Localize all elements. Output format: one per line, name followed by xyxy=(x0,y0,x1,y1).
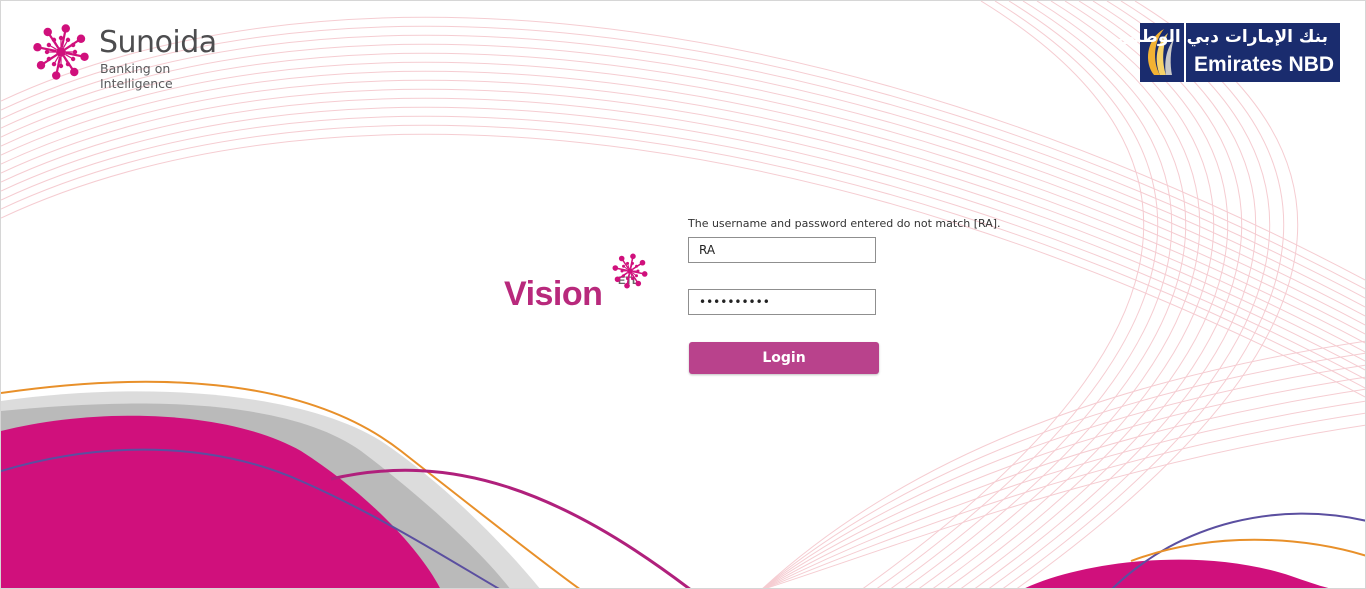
vision-burst-icon xyxy=(612,253,648,289)
sunoida-logo: Sunoida Banking on Intelligence xyxy=(26,21,246,91)
login-form: The username and password entered do not… xyxy=(688,217,1008,374)
login-button[interactable]: Login xyxy=(689,342,879,374)
vision-word: Vision xyxy=(504,275,603,313)
login-error-message: The username and password entered do not… xyxy=(688,217,1001,230)
emirates-nbd-logo: بنك الإمارات دبي الوطني Emirates NBD xyxy=(1118,23,1340,82)
sunoida-logo-icon xyxy=(33,24,89,80)
sunoida-brand-name: Sunoida xyxy=(99,25,217,60)
vision-etl-logo: Vision ETL xyxy=(504,253,654,317)
login-page: Sunoida Banking on Intelligence بنك الإم… xyxy=(0,0,1366,589)
password-input[interactable] xyxy=(688,289,876,315)
sunoida-tagline: Banking on Intelligence xyxy=(100,61,173,91)
emirates-nbd-arabic-name: بنك الإمارات دبي الوطني xyxy=(1117,27,1328,47)
emirates-nbd-latin-name: Emirates NBD xyxy=(1194,53,1335,76)
username-input[interactable] xyxy=(688,237,876,263)
